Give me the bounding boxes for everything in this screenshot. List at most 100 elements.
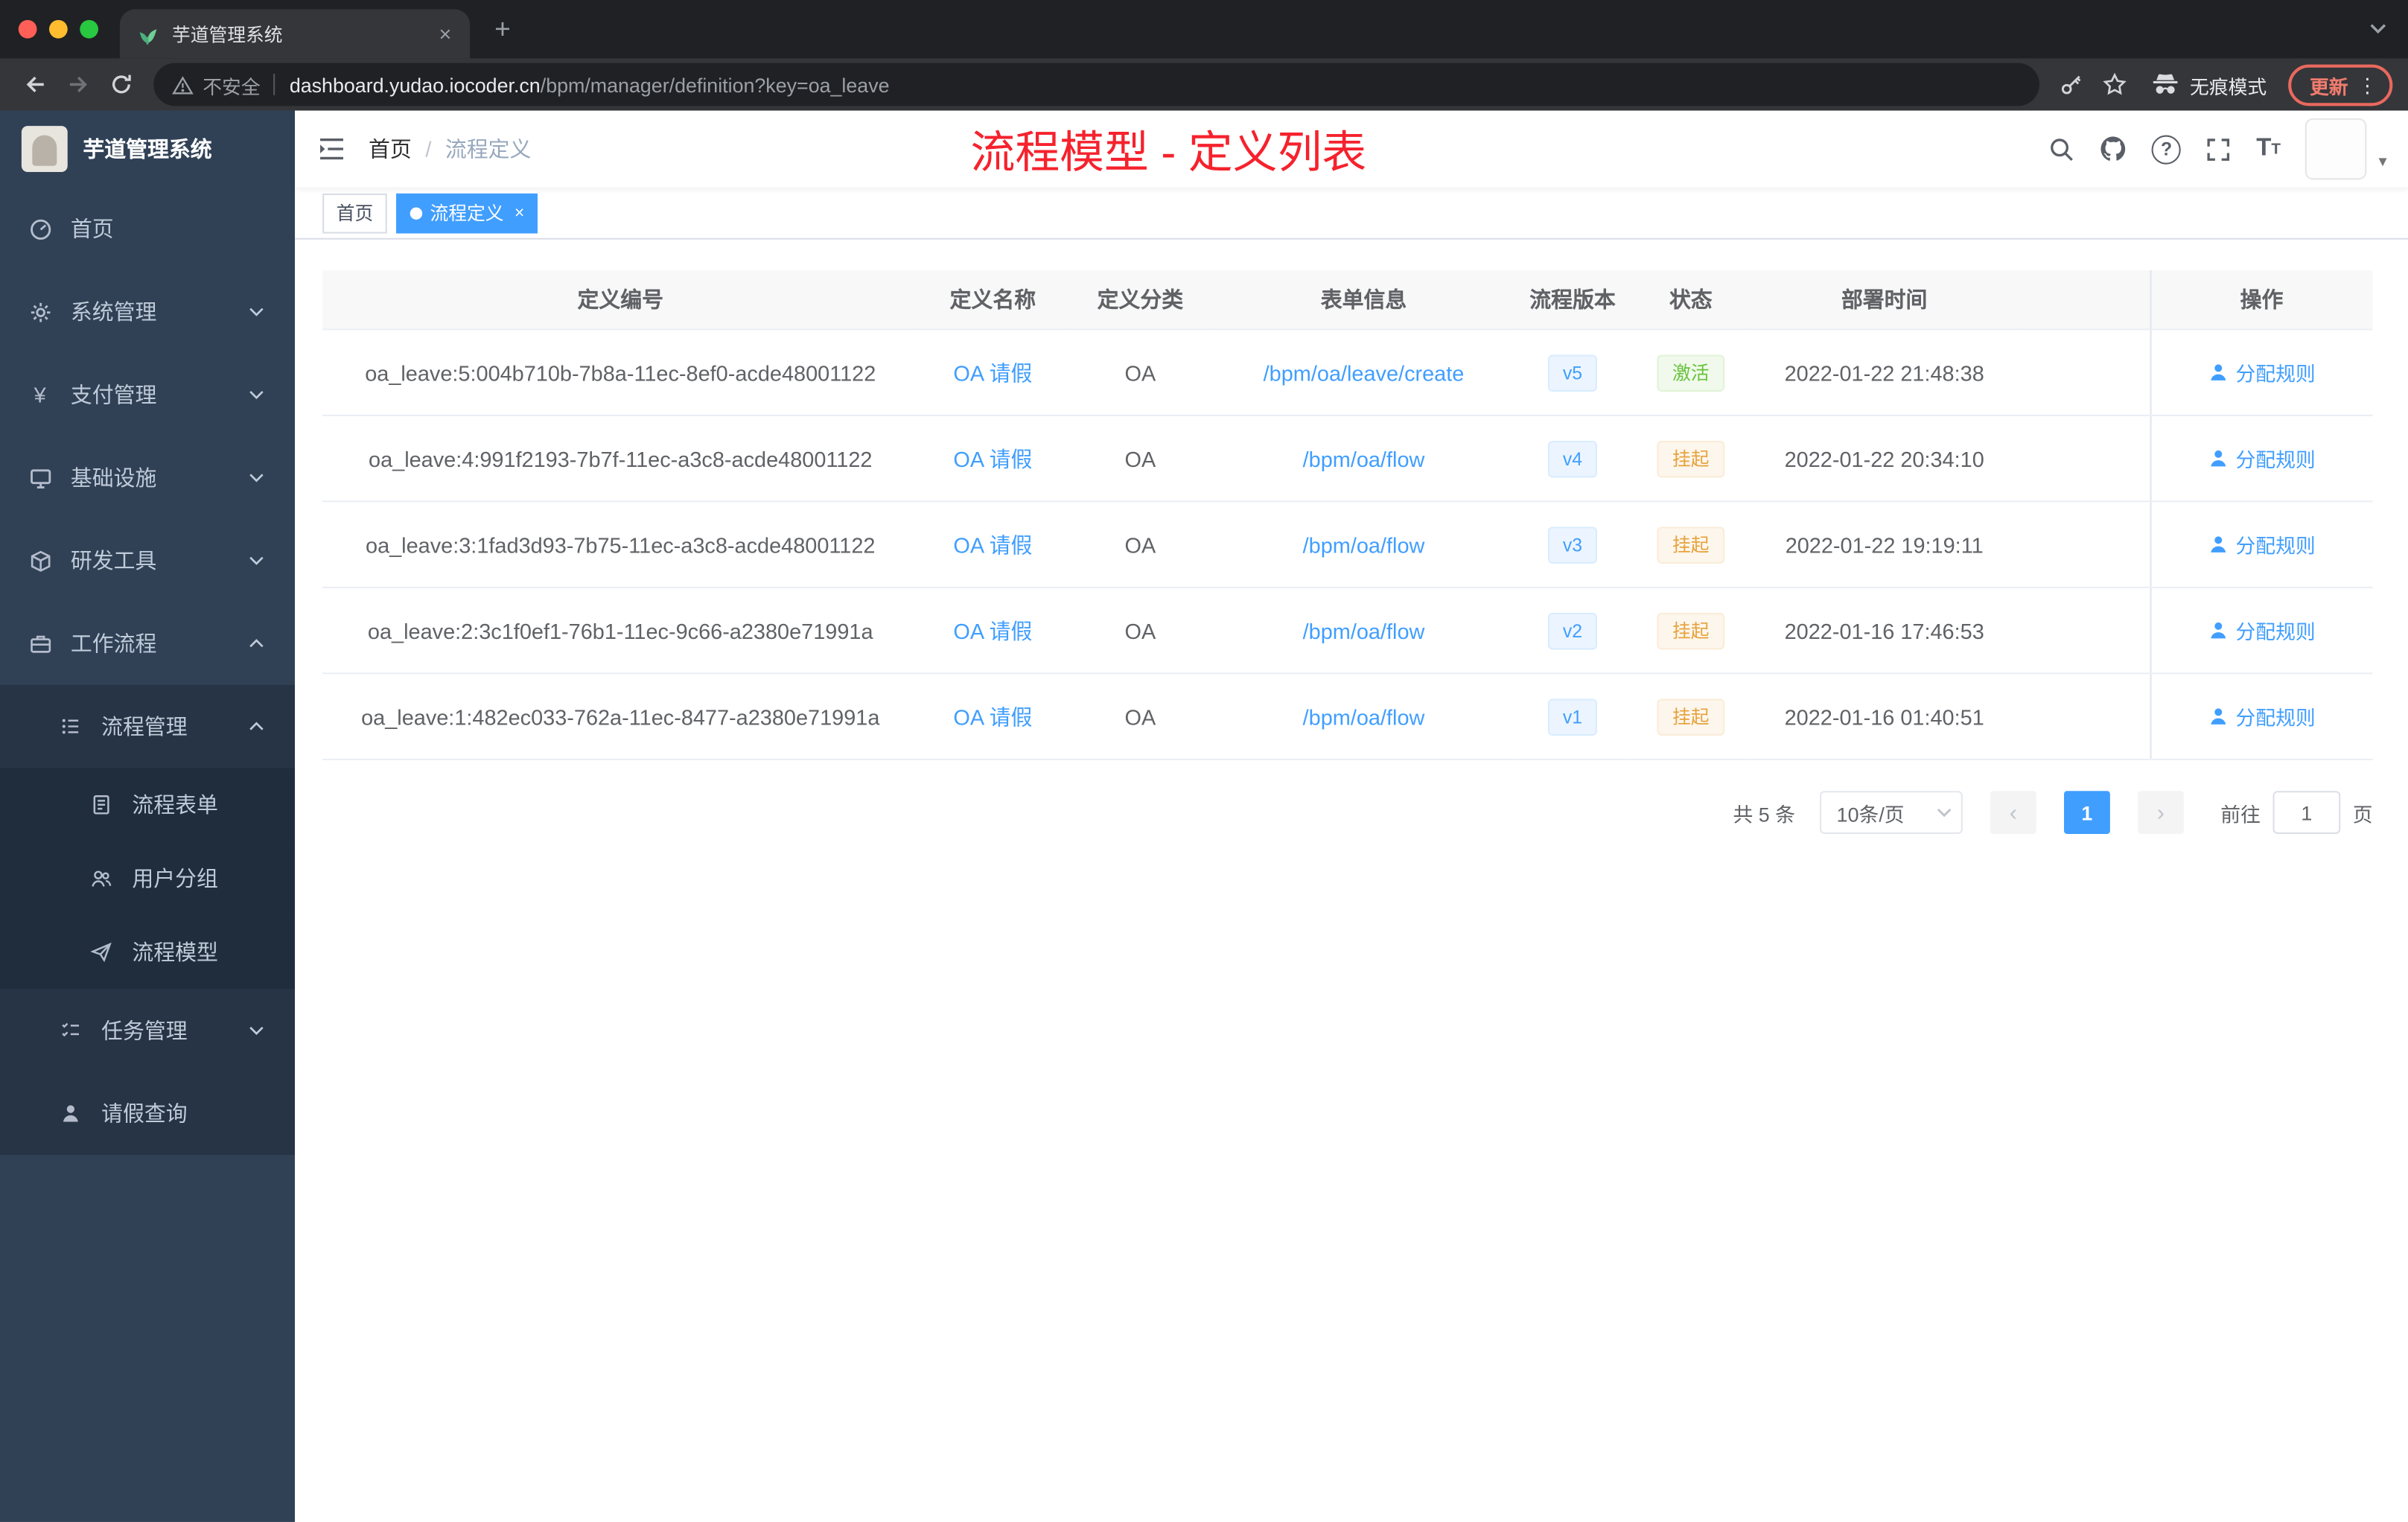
- table-row: oa_leave:4:991f2193-7b7f-11ec-a3c8-acde4…: [322, 415, 2373, 503]
- goto-page: 前往 页: [2220, 791, 2373, 834]
- cell-definition-id: oa_leave:1:482ec033-762a-11ec-8477-a2380…: [322, 673, 919, 760]
- page-size-select[interactable]: 10条/页: [1819, 791, 1963, 834]
- form-link[interactable]: /bpm/oa/leave/create: [1264, 360, 1465, 385]
- form-link[interactable]: /bpm/oa/flow: [1303, 446, 1425, 471]
- chevron-down-icon: [249, 473, 264, 483]
- chevron-down-icon: [249, 308, 264, 316]
- sidebar-item-payment[interactable]: ¥ 支付管理: [0, 353, 295, 436]
- pagination: 共 5 条 10条/页 ‹ 1 › 前往 页: [322, 791, 2373, 834]
- assign-rule-button[interactable]: 分配规则: [2208, 358, 2316, 387]
- briefcase-icon: [28, 632, 52, 655]
- zoom-window-button[interactable]: [80, 19, 98, 39]
- bookmark-star-icon[interactable]: [2095, 65, 2135, 105]
- definition-name-link[interactable]: OA 请假: [953, 446, 1032, 471]
- list-tree-icon: [58, 716, 83, 737]
- incognito-icon: [2150, 69, 2180, 100]
- status-badge: 挂起: [1657, 526, 1725, 563]
- next-page-button[interactable]: ›: [2137, 791, 2184, 834]
- form-link[interactable]: /bpm/oa/flow: [1303, 532, 1425, 557]
- definition-name-link[interactable]: OA 请假: [953, 618, 1032, 643]
- prev-page-button[interactable]: ‹: [1990, 791, 2036, 834]
- cell-deploy-time: 2022-01-16 01:40:51: [1751, 673, 2019, 760]
- avatar-caret-icon[interactable]: ▼: [2376, 153, 2389, 169]
- url-path: /bpm/manager/definition?key=oa_leave: [540, 72, 890, 96]
- breadcrumb-home[interactable]: 首页: [369, 133, 412, 164]
- active-tag-dot: [410, 206, 423, 219]
- reload-icon[interactable]: [101, 65, 141, 105]
- page-annotation-title: 流程模型 - 定义列表: [970, 129, 1367, 179]
- assign-rule-button[interactable]: 分配规则: [2208, 616, 2316, 645]
- definition-name-link[interactable]: OA 请假: [953, 360, 1032, 385]
- definition-name-link[interactable]: OA 请假: [953, 704, 1032, 729]
- tag-close-icon[interactable]: ×: [515, 203, 524, 222]
- page-number-button[interactable]: 1: [2063, 791, 2110, 834]
- address-bar[interactable]: 不安全 dashboard.yudao.iocoder.cn /bpm/mana…: [153, 63, 2039, 106]
- assign-rule-button[interactable]: 分配规则: [2208, 444, 2316, 473]
- security-label[interactable]: 不安全: [203, 70, 260, 99]
- definition-name-link[interactable]: OA 请假: [953, 532, 1032, 557]
- sidebar-item-workflow[interactable]: 工作流程: [0, 602, 295, 685]
- sidebar-logo[interactable]: 芋道管理系统: [0, 111, 295, 188]
- dashboard-icon: [28, 217, 52, 241]
- search-icon[interactable]: [2036, 136, 2087, 162]
- sidebar-item-process-management[interactable]: 流程管理: [0, 684, 295, 768]
- sidebar-item-leave-query[interactable]: 请假查询: [0, 1072, 295, 1155]
- tag-home[interactable]: 首页: [322, 192, 387, 233]
- new-tab-button[interactable]: +: [494, 13, 511, 46]
- form-link[interactable]: /bpm/oa/flow: [1303, 618, 1425, 643]
- sidebar-item-infrastructure[interactable]: 基础设施: [0, 436, 295, 519]
- cell-category: OA: [1067, 673, 1214, 760]
- tab-close-icon[interactable]: ×: [436, 22, 454, 46]
- app-root: 芋道管理系统 首页 系统管理 ¥ 支付管理 基础设施 研发工具 工作流程 流程管…: [0, 110, 2408, 1522]
- assign-rule-button[interactable]: 分配规则: [2208, 702, 2316, 731]
- table-row: oa_leave:3:1fad3d93-7b75-11ec-a3c8-acde4…: [322, 501, 2373, 588]
- sidebar-item-home[interactable]: 首页: [0, 188, 295, 270]
- tab-search-chevron-icon[interactable]: [2369, 23, 2386, 34]
- browser-tab[interactable]: 芋道管理系统 ×: [119, 9, 471, 59]
- logo-image: [21, 126, 68, 172]
- cell-category: OA: [1067, 501, 1214, 588]
- security-warning-icon: [172, 74, 194, 95]
- back-icon[interactable]: [16, 65, 56, 105]
- chrome-update-button[interactable]: 更新 ⋮: [2288, 63, 2393, 106]
- sidebar-item-dev-tools[interactable]: 研发工具: [0, 519, 295, 602]
- cell-category: OA: [1067, 587, 1214, 675]
- sidebar-item-task-management[interactable]: 任务管理: [0, 989, 295, 1072]
- version-badge: v5: [1547, 354, 1598, 391]
- table-row: oa_leave:2:3c1f0ef1-76b1-11ec-9c66-a2380…: [322, 587, 2373, 675]
- sidebar-toggle-icon[interactable]: [295, 137, 369, 162]
- main-area: 首页 / 流程定义 流程模型 - 定义列表 ? TT ▼ 首页 流程定义 × 定…: [295, 110, 2408, 1522]
- page-goto-input[interactable]: [2272, 791, 2341, 834]
- browser-menu-kebab-icon[interactable]: ⋮: [2357, 74, 2377, 95]
- github-icon[interactable]: [2087, 136, 2139, 163]
- sidebar: 芋道管理系统 首页 系统管理 ¥ 支付管理 基础设施 研发工具 工作流程 流程管…: [0, 110, 295, 1522]
- avatar[interactable]: [2305, 118, 2367, 180]
- help-icon[interactable]: ?: [2139, 134, 2193, 164]
- fullscreen-icon[interactable]: [2194, 136, 2244, 162]
- tab-title: 芋道管理系统: [172, 23, 283, 45]
- sidebar-item-system[interactable]: 系统管理: [0, 270, 295, 353]
- tag-process-definition[interactable]: 流程定义 ×: [396, 192, 538, 233]
- close-window-button[interactable]: [18, 19, 37, 39]
- col-definition-name: 定义名称: [918, 270, 1068, 331]
- col-definition-category: 定义分类: [1067, 270, 1214, 331]
- assign-rule-button[interactable]: 分配规则: [2208, 530, 2316, 559]
- person-icon: [58, 1103, 83, 1124]
- font-size-icon[interactable]: TT: [2244, 136, 2293, 163]
- forward-icon[interactable]: [58, 65, 98, 105]
- incognito-label: 无痕模式: [2190, 76, 2267, 98]
- tags-view-bar: 首页 流程定义 ×: [295, 187, 2408, 240]
- cell-category: OA: [1067, 415, 1214, 503]
- monitor-icon: [28, 466, 52, 489]
- sidebar-item-user-group[interactable]: 用户分组: [0, 841, 295, 916]
- cell-deploy-time: 2022-01-22 19:19:11: [1751, 501, 2019, 588]
- form-link[interactable]: /bpm/oa/flow: [1303, 704, 1425, 729]
- minimize-window-button[interactable]: [49, 19, 68, 39]
- password-key-icon[interactable]: [2051, 65, 2092, 105]
- cell-definition-id: oa_leave:2:3c1f0ef1-76b1-11ec-9c66-a2380…: [322, 587, 919, 675]
- cell-deploy-time: 2022-01-22 21:48:38: [1751, 329, 2019, 416]
- browser-toolbar: 不安全 dashboard.yudao.iocoder.cn /bpm/mana…: [0, 58, 2408, 111]
- sidebar-item-process-form[interactable]: 流程表单: [0, 768, 295, 842]
- sidebar-item-process-model[interactable]: 流程模型: [0, 915, 295, 990]
- document-icon: [89, 794, 114, 815]
